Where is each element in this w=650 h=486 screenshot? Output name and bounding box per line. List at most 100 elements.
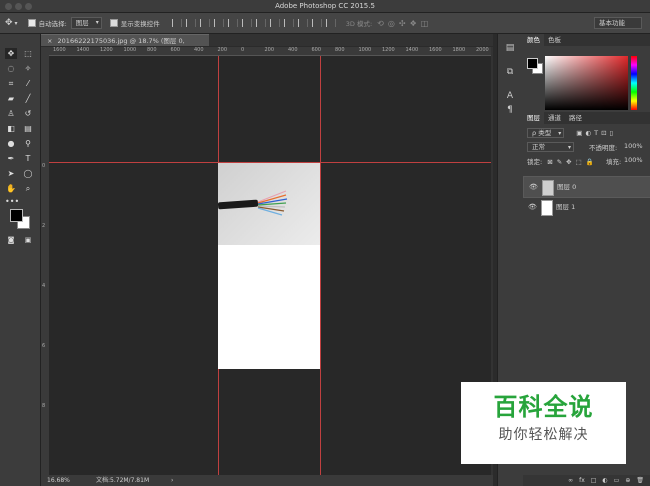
align-vcenter-icon[interactable] [185, 19, 196, 27]
align-top-icon[interactable] [171, 19, 182, 27]
close-window-button[interactable] [5, 3, 12, 10]
cable-photo [218, 163, 320, 245]
distribute-top-icon[interactable] [255, 19, 266, 27]
opacity-value[interactable]: 100% [624, 142, 643, 150]
layer-filter-select[interactable]: ρ 类型 [527, 128, 565, 138]
close-tab-icon[interactable]: × [47, 37, 52, 45]
layer-thumbnail [542, 180, 554, 196]
history-brush-tool-icon[interactable]: ↺ [22, 108, 34, 119]
foreground-color-swatch[interactable] [10, 209, 23, 222]
ruler-origin[interactable] [41, 47, 49, 55]
layers-panel: 图层 通道 路径 ρ 类型 ▣◐T⊡▯ 正常 不透明度: 100% 锁定: ⊠✎… [523, 112, 650, 216]
canvas-area[interactable] [49, 56, 491, 475]
vertical-guide-right[interactable] [320, 56, 321, 475]
ruler-tick-label: 1400 [405, 47, 419, 53]
watermark-subtitle: 助你轻松解决 [498, 427, 589, 443]
tab-color[interactable]: 颜色 [523, 34, 544, 46]
ruler-tick-label: 6 [42, 343, 46, 349]
3d-roll-icon[interactable]: ◎ [388, 19, 395, 28]
fill-value[interactable]: 100% [624, 156, 643, 164]
panel-foreground-swatch[interactable] [527, 58, 538, 69]
ellipse-tool-icon[interactable]: ◯ [22, 168, 34, 179]
gradient-tool-icon[interactable]: ▤ [22, 123, 34, 134]
new-group-icon[interactable]: ▭ [614, 475, 620, 486]
zoom-level[interactable]: 16.68% [47, 475, 70, 486]
align-right-icon[interactable] [241, 19, 252, 27]
layers-panel-tabs: 图层 通道 路径 [523, 112, 650, 124]
crop-tool-icon[interactable]: ⌗ [5, 78, 17, 89]
ruler-tick-label: 1400 [76, 47, 90, 53]
hand-tool-icon[interactable]: ✋ [5, 183, 17, 194]
tab-paths[interactable]: 路径 [565, 112, 586, 124]
character-panel-icon[interactable]: A [504, 90, 516, 102]
quick-mask-icon[interactable]: ◙ [5, 235, 17, 246]
new-layer-icon[interactable]: ⊕ [625, 475, 630, 486]
layer-style-icon[interactable]: fx [579, 475, 585, 486]
lasso-tool-icon[interactable]: ◌ [5, 63, 17, 74]
3d-scale-icon[interactable]: ◫ [421, 19, 429, 28]
distribute-left-icon[interactable] [297, 19, 308, 27]
document-tab[interactable]: × 20166222175036.jpg @ 18.7% (图层 0, RGB/… [41, 34, 209, 57]
history-panel-icon[interactable]: ▤ [504, 42, 516, 54]
eye-icon[interactable]: 👁 [529, 177, 538, 197]
lock-icons[interactable]: ⊠✎✥⬚🔒 [547, 158, 598, 166]
properties-panel-icon[interactable]: ⧉ [504, 66, 516, 78]
adjustment-layer-icon[interactable]: ◐ [602, 475, 607, 486]
align-hcenter-icon[interactable] [227, 19, 238, 27]
workspace-select[interactable]: 基本功能 [594, 17, 642, 29]
tab-channels[interactable]: 通道 [544, 112, 565, 124]
trash-icon[interactable]: 🗑 [636, 475, 644, 486]
link-layers-icon[interactable]: ∞ [568, 475, 573, 486]
3d-slide-icon[interactable]: ❖ [410, 19, 417, 28]
document-info[interactable]: 文档:5.72M/7.81M [96, 475, 149, 486]
layer-row-1[interactable]: 👁 图层 1 [523, 197, 650, 217]
ruler-tick-label: 0 [241, 47, 245, 53]
layer-row-0[interactable]: 👁 图层 0 [523, 176, 650, 198]
distribute-vcenter-icon[interactable] [269, 19, 280, 27]
horizontal-ruler[interactable]: 1600 1400 1200 1000 800 600 400 200 0 200 400 600 80… [49, 47, 491, 56]
lock-row: 锁定: ⊠✎✥⬚🔒 填充: 100% [527, 156, 647, 166]
move-tool-preset[interactable]: ✥ ▾ [5, 18, 18, 28]
zoom-window-button[interactable] [25, 3, 32, 10]
3d-pan-icon[interactable]: ✣ [399, 19, 406, 28]
type-tool-icon[interactable]: T [22, 153, 34, 164]
distribute-right-icon[interactable] [325, 19, 336, 27]
minimize-window-button[interactable] [15, 3, 22, 10]
distribute-hcenter-icon[interactable] [311, 19, 322, 27]
dodge-tool-icon[interactable]: ⚲ [22, 138, 34, 149]
blend-mode-select[interactable]: 正常 [527, 142, 574, 152]
ruler-tick-label: 400 [194, 47, 204, 53]
marquee-tool-icon[interactable]: ⬚ [22, 48, 34, 59]
tab-swatches[interactable]: 色板 [544, 34, 565, 46]
blur-tool-icon[interactable]: ● [5, 138, 17, 149]
status-menu-icon[interactable]: › [171, 475, 173, 486]
healing-brush-tool-icon[interactable]: ▰ [5, 93, 17, 104]
eyedropper-tool-icon[interactable]: ⁄ [22, 78, 34, 89]
filter-type-icons[interactable]: ▣◐T⊡▯ [576, 129, 616, 137]
brush-tool-icon[interactable]: ╱ [22, 93, 34, 104]
paragraph-panel-icon[interactable]: ¶ [504, 104, 516, 116]
path-selection-tool-icon[interactable]: ➤ [5, 168, 17, 179]
document-canvas[interactable] [218, 163, 320, 369]
auto-select-checkbox[interactable] [27, 19, 36, 27]
screen-mode-icon[interactable]: ▣ [22, 235, 34, 246]
eraser-tool-icon[interactable]: ◧ [5, 123, 17, 134]
move-tool-icon[interactable]: ✥ [5, 48, 17, 59]
eye-icon[interactable]: 👁 [528, 197, 537, 217]
zoom-tool-icon[interactable]: ⌕ [22, 183, 34, 194]
3d-orbit-icon[interactable]: ⟲ [377, 19, 384, 28]
add-mask-icon[interactable]: □ [591, 475, 597, 486]
magic-wand-tool-icon[interactable]: ✧ [22, 63, 34, 74]
show-transform-checkbox[interactable] [109, 19, 118, 27]
distribute-bottom-icon[interactable] [283, 19, 294, 27]
auto-select-target-select[interactable]: 图层 [70, 17, 102, 29]
align-bottom-icon[interactable] [199, 19, 210, 27]
clone-stamp-tool-icon[interactable]: ♙ [5, 108, 17, 119]
hue-slider[interactable] [631, 56, 637, 110]
pen-tool-icon[interactable]: ✒ [5, 153, 17, 164]
color-field[interactable] [545, 56, 628, 110]
tab-layers[interactable]: 图层 [523, 112, 544, 124]
auto-select-label: 自动选择: [38, 20, 67, 28]
align-left-icon[interactable] [213, 19, 224, 27]
more-tools-icon[interactable]: ••• [5, 196, 19, 207]
